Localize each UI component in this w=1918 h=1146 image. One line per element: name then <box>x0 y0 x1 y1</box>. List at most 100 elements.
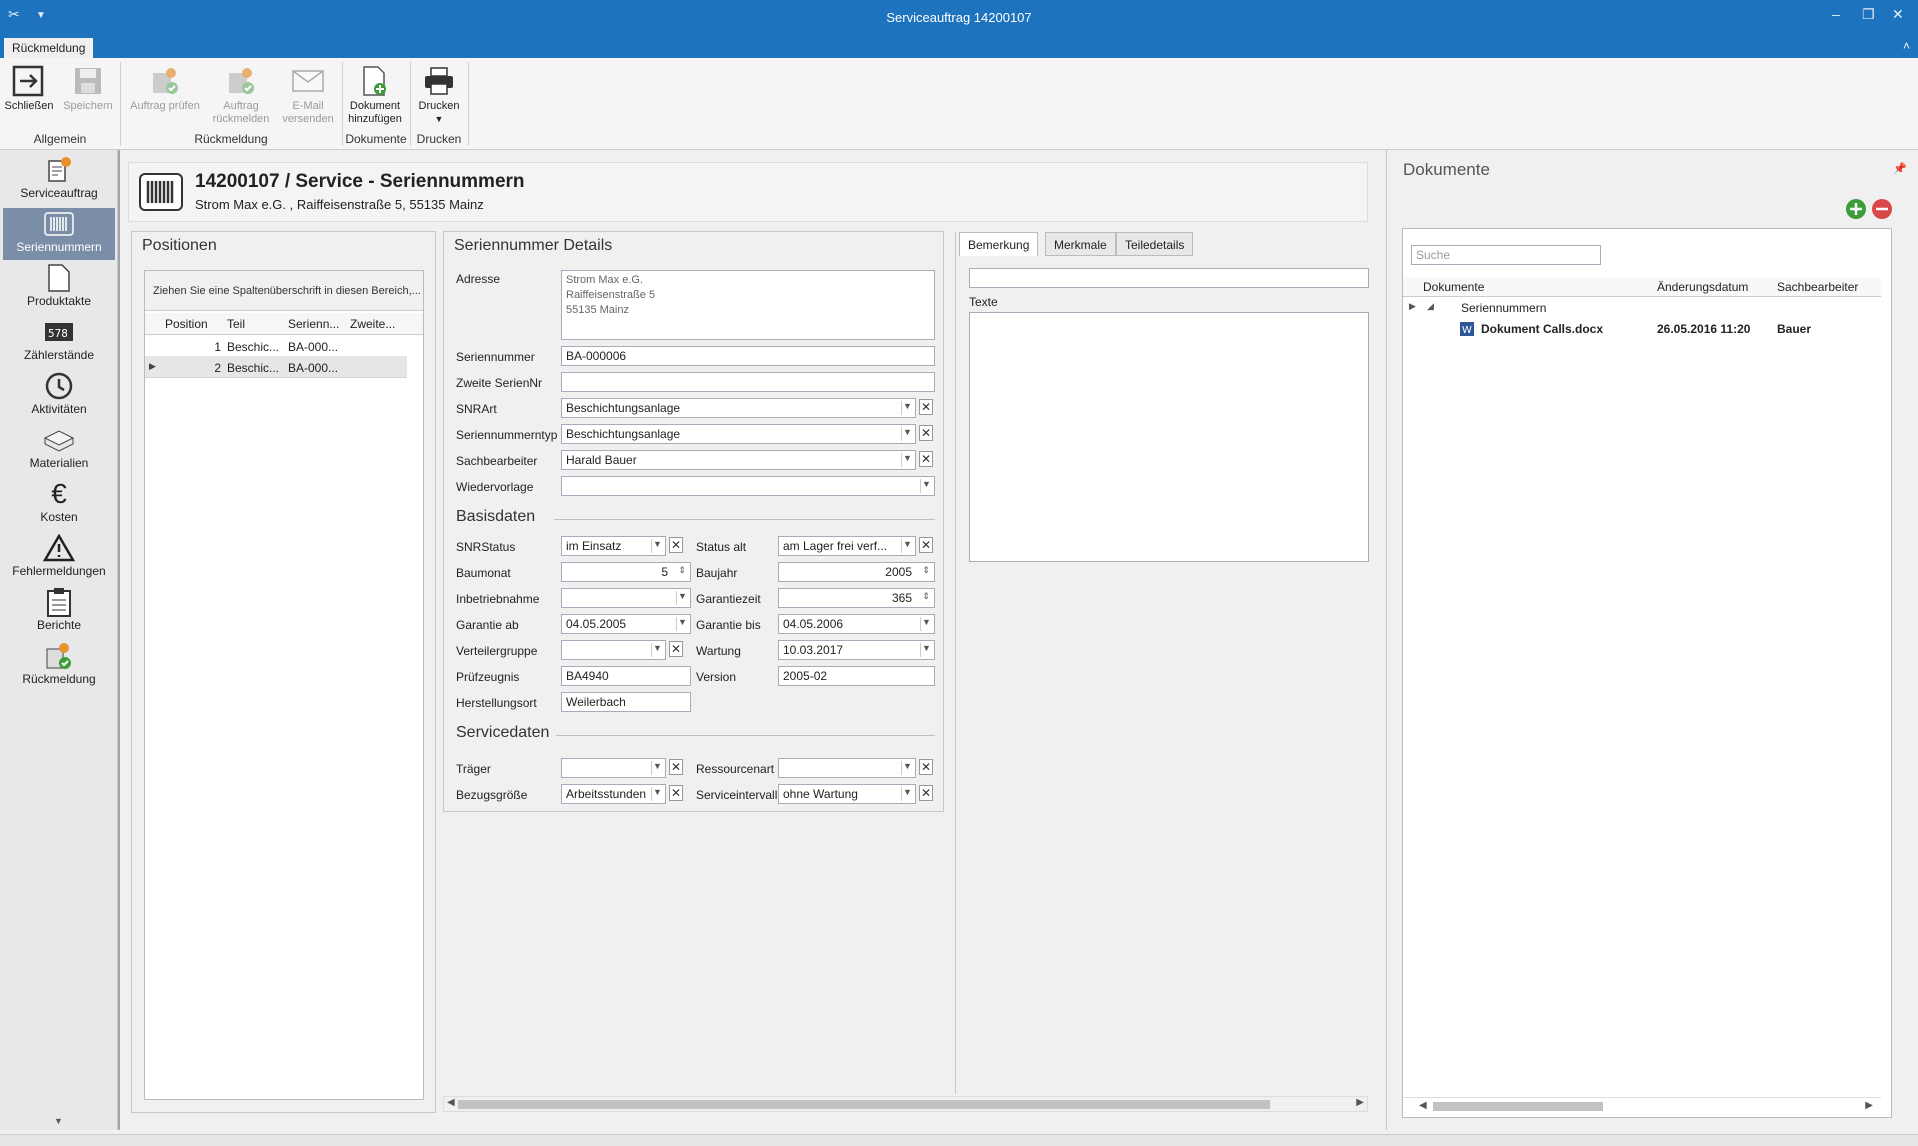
sachbearbeiter-select[interactable]: Harald Bauer ▼ <box>561 450 916 470</box>
col-teil[interactable]: Teil <box>227 317 245 331</box>
chevron-down-icon[interactable]: ▼ <box>920 479 932 493</box>
seriennummerntyp-select[interactable]: Beschichtungsanlage ▼ <box>561 424 916 444</box>
nav-item-fehlermeldungen[interactable]: Fehlermeldungen <box>3 532 115 584</box>
add-document-button[interactable]: Dokument hinzufügen <box>344 62 406 126</box>
snrstatus-select[interactable]: im Einsatz ▼ <box>561 536 666 556</box>
clear-snrstatus-icon[interactable]: ✕ <box>669 537 683 553</box>
table-row[interactable]: 1 Beschic... BA-000... <box>145 336 407 357</box>
scrollbar-thumb[interactable] <box>458 1100 1270 1109</box>
zweite-seriennr-input[interactable] <box>561 372 935 392</box>
baujahr-stepper[interactable]: 2005 ⇕ <box>778 562 935 582</box>
nav-item-serviceauftrag[interactable]: Serviceauftrag <box>3 154 115 206</box>
documents-horizontal-scrollbar[interactable]: ◀ ▶ <box>1403 1097 1881 1115</box>
baumonat-stepper[interactable]: 5 ⇕ <box>561 562 691 582</box>
tab-teiledetails[interactable]: Teiledetails <box>1116 232 1194 256</box>
print-dropdown-icon[interactable]: ▼ <box>414 113 464 126</box>
clear-ressourcenart-icon[interactable]: ✕ <box>919 759 933 775</box>
nav-item-rueckmeldung[interactable]: Rückmeldung <box>3 640 115 692</box>
scrollbar-thumb[interactable] <box>1433 1102 1603 1111</box>
chevron-down-icon[interactable]: ▼ <box>651 761 663 775</box>
col-seriennummer[interactable]: Serienn... <box>288 317 339 331</box>
scroll-right-icon[interactable]: ▶ <box>1356 1097 1364 1108</box>
nav-item-zaehlerstaende[interactable]: 578 Zählerstände <box>3 316 115 368</box>
add-document-small-button[interactable] <box>1845 198 1867 223</box>
ressourcenart-select[interactable]: ▼ <box>778 758 916 778</box>
chevron-down-icon[interactable]: ▼ <box>920 643 932 657</box>
minimize-icon[interactable]: – <box>1832 6 1840 22</box>
garantie-bis-date[interactable]: 04.05.2006 ▼ <box>778 614 935 634</box>
chevron-down-icon[interactable]: ▼ <box>651 643 663 657</box>
clear-seriennummerntyp-icon[interactable]: ✕ <box>919 425 933 441</box>
chevron-down-icon[interactable]: ▼ <box>901 539 913 553</box>
ribbon-tab-rueckmeldung[interactable]: Rückmeldung <box>4 38 94 58</box>
nav-item-kosten[interactable]: € Kosten <box>3 478 115 530</box>
close-window-icon[interactable]: ✕ <box>1892 6 1904 23</box>
nav-item-produktakte[interactable]: Produktakte <box>3 262 115 314</box>
group-by-hint[interactable]: Ziehen Sie eine Spaltenüberschrift in di… <box>145 271 423 311</box>
chevron-down-icon[interactable]: ▼ <box>920 617 932 631</box>
clear-bezugsgroesse-icon[interactable]: ✕ <box>669 785 683 801</box>
clear-sachbearbeiter-icon[interactable]: ✕ <box>919 451 933 467</box>
restore-icon[interactable]: ❐ <box>1862 6 1875 23</box>
col-sachbearbeiter[interactable]: Sachbearbeiter <box>1777 280 1858 294</box>
wiedervorlage-select[interactable]: ▼ <box>561 476 935 496</box>
documents-search-input[interactable]: Suche <box>1411 245 1601 265</box>
tab-bemerkung[interactable]: Bemerkung <box>959 232 1039 256</box>
spin-icon[interactable]: ⇕ <box>920 591 932 605</box>
wartung-date[interactable]: 10.03.2017 ▼ <box>778 640 935 660</box>
inbetriebnahme-date[interactable]: ▼ <box>561 588 691 608</box>
col-dokumente[interactable]: Dokumente <box>1423 280 1484 294</box>
snrart-select[interactable]: Beschichtungsanlage ▼ <box>561 398 916 418</box>
clear-traeger-icon[interactable]: ✕ <box>669 759 683 775</box>
spin-icon[interactable]: ⇕ <box>676 565 688 579</box>
collapse-ribbon-icon[interactable]: ˄ <box>1903 39 1910 53</box>
chevron-down-icon[interactable]: ▼ <box>676 591 688 605</box>
garantie-ab-date[interactable]: 04.05.2005 ▼ <box>561 614 691 634</box>
tab-merkmale[interactable]: Merkmale <box>1045 232 1116 256</box>
chevron-down-icon[interactable]: ▼ <box>676 617 688 631</box>
clear-snrart-icon[interactable]: ✕ <box>919 399 933 415</box>
status-alt-select[interactable]: am Lager frei verf... ▼ <box>778 536 916 556</box>
expand-icon[interactable]: ◢ <box>1427 301 1434 312</box>
clear-verteilergruppe-icon[interactable]: ✕ <box>669 641 683 657</box>
chevron-down-icon[interactable]: ▼ <box>901 787 913 801</box>
main-horizontal-scrollbar[interactable]: ◀ ▶ <box>443 1096 1368 1112</box>
nav-item-aktivitaeten[interactable]: Aktivitäten <box>3 370 115 422</box>
serviceintervall-select[interactable]: ohne Wartung ▼ <box>778 784 916 804</box>
garantiezeit-stepper[interactable]: 365 ⇕ <box>778 588 935 608</box>
nav-item-berichte[interactable]: Berichte <box>3 586 115 638</box>
chevron-down-icon[interactable]: ▼ <box>651 539 663 553</box>
col-zweite[interactable]: Zweite... <box>350 317 395 331</box>
scroll-left-icon[interactable]: ◀ <box>447 1097 455 1108</box>
save-button[interactable]: Speichern <box>60 62 116 113</box>
scroll-left-icon[interactable]: ◀ <box>1419 1100 1427 1111</box>
scroll-right-icon[interactable]: ▶ <box>1865 1100 1873 1111</box>
pruefzeugnis-input[interactable]: BA4940 <box>561 666 691 686</box>
close-button[interactable]: Schließen <box>4 62 54 113</box>
chevron-down-icon[interactable]: ▼ <box>901 761 913 775</box>
chevron-down-icon[interactable]: ▼ <box>901 453 913 467</box>
herstellungsort-input[interactable]: Weilerbach <box>561 692 691 712</box>
send-email-button[interactable]: E-Mail versenden <box>278 62 338 126</box>
col-aenderungsdatum[interactable]: Änderungsdatum <box>1657 280 1748 294</box>
pin-icon[interactable]: 📌 <box>1893 162 1907 175</box>
bezugsgroesse-select[interactable]: Arbeitsstunden ▼ <box>561 784 666 804</box>
verteilergruppe-select[interactable]: ▼ <box>561 640 666 660</box>
nav-scroll-down-icon[interactable]: ▼ <box>54 1116 63 1126</box>
table-row[interactable]: W Dokument Calls.docx 26.05.2016 11:20 B… <box>1403 319 1881 339</box>
clear-status-alt-icon[interactable]: ✕ <box>919 537 933 553</box>
nav-item-seriennummern[interactable]: Seriennummern <box>3 208 115 260</box>
check-order-button[interactable]: Auftrag prüfen <box>124 62 206 113</box>
spin-icon[interactable]: ⇕ <box>920 565 932 579</box>
version-input[interactable]: 2005-02 <box>778 666 935 686</box>
tree-folder-row[interactable]: ▶ ◢ Seriennummern <box>1403 298 1881 318</box>
seriennummer-input[interactable]: BA-000006 <box>561 346 935 366</box>
traeger-select[interactable]: ▼ <box>561 758 666 778</box>
col-position[interactable]: Position <box>165 317 208 331</box>
table-row[interactable]: ▶ 2 Beschic... BA-000... <box>145 357 407 378</box>
report-order-button[interactable]: Auftrag rückmelden <box>206 62 276 126</box>
bemerkung-input[interactable] <box>969 268 1369 288</box>
chevron-down-icon[interactable]: ▼ <box>651 787 663 801</box>
chevron-down-icon[interactable]: ▼ <box>901 427 913 441</box>
print-button[interactable]: Drucken ▼ <box>414 62 464 126</box>
